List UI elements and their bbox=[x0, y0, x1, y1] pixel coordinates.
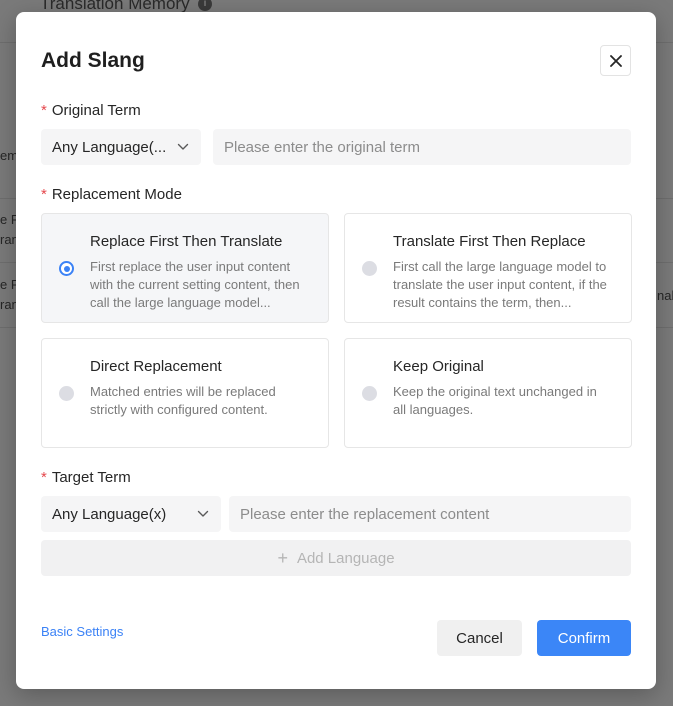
radio-unselected-icon[interactable] bbox=[362, 261, 377, 276]
target-language-select[interactable]: Any Language(x) bbox=[41, 496, 221, 532]
original-language-select[interactable]: Any Language(... bbox=[41, 129, 201, 165]
radio-unselected-icon[interactable] bbox=[59, 386, 74, 401]
required-mark: * bbox=[41, 102, 47, 119]
mode-option-description: First call the large language model to t… bbox=[393, 259, 607, 310]
radio-selected-icon[interactable] bbox=[59, 261, 74, 276]
basic-settings-link[interactable]: Basic Settings bbox=[41, 624, 123, 639]
target-term-label: * Target Term bbox=[41, 469, 131, 486]
original-term-label: * Original Term bbox=[41, 102, 141, 119]
confirm-button[interactable]: Confirm bbox=[537, 620, 631, 656]
original-term-label-text: Original Term bbox=[51, 102, 141, 119]
add-language-button[interactable]: + Add Language bbox=[41, 540, 631, 576]
add-language-label: Add Language bbox=[296, 549, 395, 567]
background-fragment: nal bbox=[657, 288, 673, 303]
mode-option-title: Direct Replacement bbox=[90, 358, 222, 375]
close-icon bbox=[609, 54, 622, 67]
target-language-value: Any Language(x) bbox=[52, 505, 167, 523]
mode-option-title: Replace First Then Translate bbox=[90, 233, 283, 250]
target-term-label-text: Target Term bbox=[51, 469, 131, 486]
mode-option-keep-original[interactable]: Keep Original Keep the original text unc… bbox=[344, 338, 632, 448]
original-language-value: Any Language(... bbox=[52, 138, 167, 156]
mode-option-direct-replacement[interactable]: Direct Replacement Matched entries will … bbox=[41, 338, 329, 448]
required-mark: * bbox=[41, 469, 47, 486]
chevron-down-icon bbox=[177, 141, 189, 153]
dialog-title: Add Slang bbox=[41, 49, 145, 72]
info-icon: i bbox=[198, 0, 212, 11]
plus-icon: + bbox=[277, 548, 288, 568]
mode-option-description: First replace the user input content wit… bbox=[90, 259, 300, 310]
target-term-input[interactable] bbox=[229, 496, 631, 532]
replacement-mode-label-text: Replacement Mode bbox=[51, 186, 182, 203]
replacement-mode-label: * Replacement Mode bbox=[41, 186, 182, 203]
mode-option-description: Keep the original text unchanged in all … bbox=[393, 384, 597, 417]
mode-option-title: Translate First Then Replace bbox=[393, 233, 586, 250]
cancel-button[interactable]: Cancel bbox=[437, 620, 522, 656]
mode-option-replace-then-translate[interactable]: Replace First Then Translate First repla… bbox=[41, 213, 329, 323]
chevron-down-icon bbox=[197, 508, 209, 520]
close-button[interactable] bbox=[600, 45, 631, 76]
radio-unselected-icon[interactable] bbox=[362, 386, 377, 401]
mode-option-description: Matched entries will be replaced strictl… bbox=[90, 384, 276, 417]
add-slang-dialog: Add Slang * Original Term Any Language(..… bbox=[16, 12, 656, 689]
required-mark: * bbox=[41, 186, 47, 203]
mode-option-translate-then-replace[interactable]: Translate First Then Replace First call … bbox=[344, 213, 632, 323]
original-term-input[interactable] bbox=[213, 129, 631, 165]
mode-option-title: Keep Original bbox=[393, 358, 484, 375]
